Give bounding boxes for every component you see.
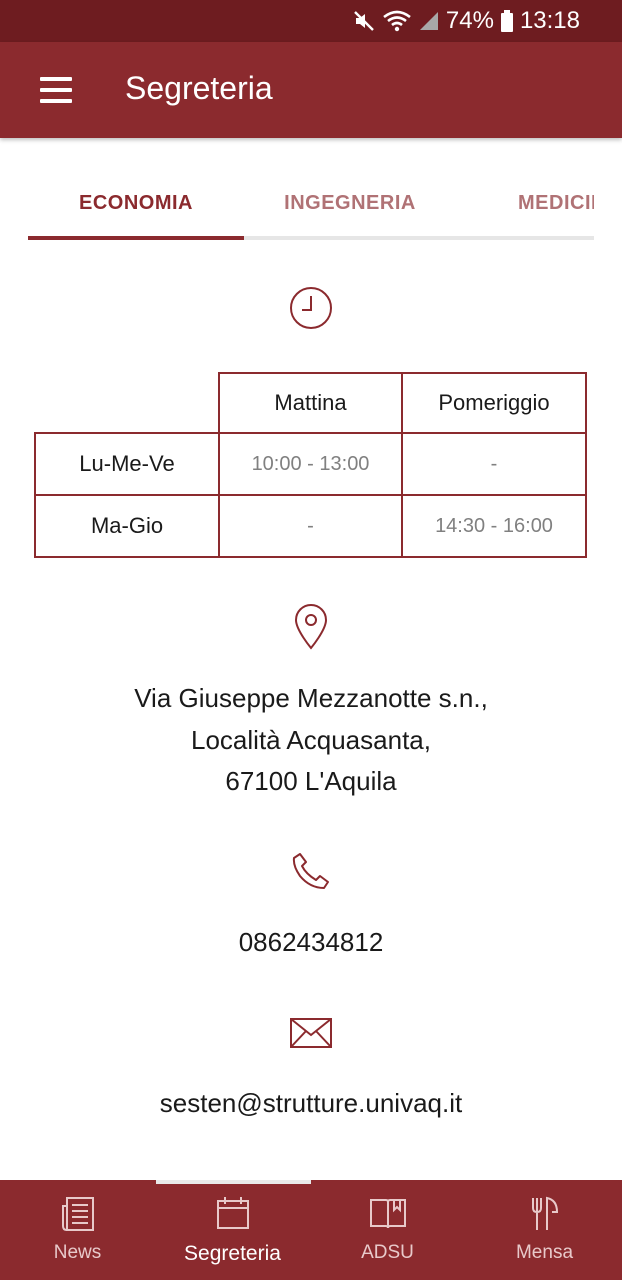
column-header-afternoon: Pomeriggio bbox=[401, 372, 587, 434]
map-pin-icon bbox=[294, 604, 328, 655]
app-bar: Segreteria bbox=[0, 42, 622, 138]
row-day-label: Ma-Gio bbox=[34, 494, 220, 558]
nav-item-segreteria[interactable]: Segreteria bbox=[155, 1180, 310, 1280]
faculty-tabs: ECONOMIA INGEGNERIA MEDICIN bbox=[28, 170, 594, 240]
nav-label-adsu: ADSU bbox=[361, 1242, 414, 1263]
hamburger-icon-line bbox=[40, 88, 72, 92]
calendar-icon bbox=[216, 1196, 250, 1235]
clock-icon bbox=[289, 286, 333, 335]
hamburger-icon bbox=[40, 77, 72, 81]
email-section bbox=[0, 1018, 622, 1053]
hours-cell: 10:00 - 13:00 bbox=[218, 432, 403, 496]
tab-medicina[interactable]: MEDICIN bbox=[456, 170, 594, 236]
nav-item-mensa[interactable]: Mensa bbox=[467, 1180, 622, 1280]
status-bar: 74% 13:18 bbox=[0, 0, 622, 42]
hamburger-icon-line bbox=[40, 99, 72, 103]
newspaper-icon bbox=[61, 1196, 95, 1237]
address-section bbox=[0, 604, 622, 655]
envelope-icon bbox=[290, 1018, 332, 1053]
mute-icon bbox=[352, 9, 376, 33]
opening-hours-section bbox=[0, 286, 622, 335]
tab-ingegneria[interactable]: INGEGNERIA bbox=[244, 170, 456, 236]
menu-button[interactable] bbox=[30, 64, 82, 116]
email-address[interactable]: sesten@strutture.univaq.it bbox=[0, 1088, 622, 1119]
clock-time: 13:18 bbox=[519, 7, 580, 34]
battery-icon bbox=[500, 9, 514, 33]
phone-section bbox=[0, 852, 622, 895]
row-day-label: Lu-Me-Ve bbox=[34, 432, 220, 496]
bottom-navigation: News Segreteria ADSU Mensa bbox=[0, 1180, 622, 1280]
battery-percent: 74% bbox=[445, 7, 494, 34]
nav-label-news: News bbox=[53, 1242, 102, 1263]
address-line-3: 67100 L'Aquila bbox=[225, 766, 397, 796]
address-line-2: Località Acquasanta, bbox=[191, 725, 431, 755]
hours-cell: - bbox=[218, 494, 403, 558]
book-icon bbox=[369, 1196, 407, 1235]
tab-economia[interactable]: ECONOMIA bbox=[28, 170, 244, 236]
address-line-1: Via Giuseppe Mezzanotte s.n., bbox=[134, 683, 488, 713]
phone-icon bbox=[292, 852, 330, 895]
column-header-morning: Mattina bbox=[218, 372, 403, 434]
hours-cell: - bbox=[401, 432, 587, 496]
tab-indicator bbox=[28, 236, 244, 240]
hours-cell: 14:30 - 16:00 bbox=[401, 494, 587, 558]
nav-label-segreteria: Segreteria bbox=[184, 1242, 281, 1265]
nav-label-mensa: Mensa bbox=[515, 1242, 574, 1263]
nav-item-news[interactable]: News bbox=[0, 1180, 155, 1280]
nav-item-adsu[interactable]: ADSU bbox=[310, 1180, 465, 1280]
signal-icon bbox=[418, 10, 440, 32]
page-title: Segreteria bbox=[125, 70, 273, 106]
phone-number[interactable]: 0862434812 bbox=[0, 927, 622, 958]
wifi-icon bbox=[382, 9, 412, 33]
cutlery-icon bbox=[530, 1196, 560, 1237]
